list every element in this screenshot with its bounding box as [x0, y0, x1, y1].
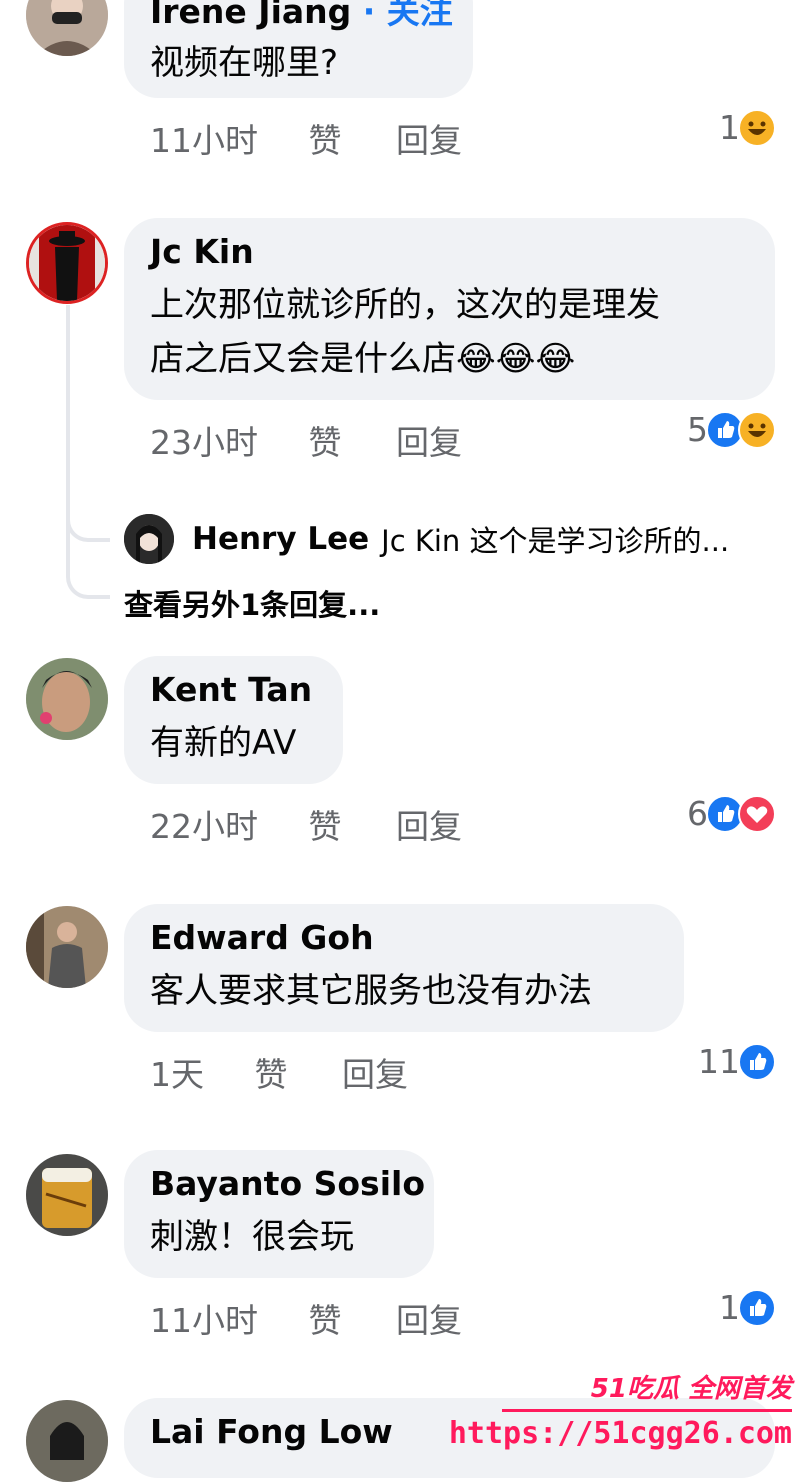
- avatar[interactable]: [26, 1154, 108, 1236]
- thread-line-branch: [66, 500, 110, 542]
- laughing-emoji-icon: 😂😂😂: [456, 339, 576, 379]
- comment-author[interactable]: Irene Jiang · 关注: [150, 0, 453, 32]
- like-button[interactable]: 赞: [309, 800, 342, 848]
- like-reaction-icon: [738, 1288, 776, 1327]
- reaction-summary[interactable]: 5: [687, 410, 776, 449]
- avatar: [124, 514, 174, 564]
- comment-bubble: Kent Tan 有新的AV: [124, 656, 343, 784]
- comment-actions: 11小时 赞 回复: [150, 114, 462, 162]
- reply-button[interactable]: 回复: [396, 114, 462, 162]
- reaction-count: 11: [698, 1042, 740, 1081]
- watermark: 51吃瓜 全网首发 https://51cgg26.com: [449, 1368, 792, 1451]
- reaction-summary[interactable]: 11: [698, 1042, 776, 1081]
- watermark-url: https://51cgg26.com: [448, 1416, 792, 1451]
- reaction-summary[interactable]: 1: [719, 108, 776, 147]
- comment-author[interactable]: Jc Kin: [150, 232, 749, 272]
- reaction-summary[interactable]: 1: [719, 1288, 776, 1327]
- comment-bubble: Edward Goh 客人要求其它服务也没有办法: [124, 904, 684, 1032]
- like-button[interactable]: 赞: [309, 416, 342, 464]
- comment-time[interactable]: 11小时: [150, 114, 258, 162]
- reply-button[interactable]: 回复: [396, 416, 462, 464]
- reply-button[interactable]: 回复: [396, 800, 462, 848]
- reply-button[interactable]: 回复: [342, 1048, 408, 1096]
- comment-time[interactable]: 23小时: [150, 416, 258, 464]
- thread-line: [66, 305, 110, 599]
- haha-reaction-icon: [738, 108, 776, 147]
- reply-button[interactable]: 回复: [396, 1294, 462, 1342]
- comment-time[interactable]: 11小时: [150, 1294, 258, 1342]
- like-reaction-icon: [738, 1042, 776, 1081]
- comment-text: 客人要求其它服务也没有办法: [150, 971, 592, 1011]
- haha-reaction-icon: [738, 410, 776, 449]
- avatar[interactable]: [26, 222, 108, 304]
- avatar[interactable]: [26, 906, 108, 988]
- avatar[interactable]: [26, 658, 108, 740]
- reaction-count: 6: [687, 794, 708, 833]
- comment-text-line: 店之后又会是什么店😂😂😂: [150, 339, 576, 379]
- like-button[interactable]: 赞: [309, 114, 342, 162]
- comment-bubble: Bayanto Sosilo 刺激！很会玩: [124, 1150, 434, 1278]
- comment-bubble: Jc Kin 上次那位就诊所的，这次的是理发 店之后又会是什么店😂😂😂: [124, 218, 775, 400]
- comment-author[interactable]: Edward Goh: [150, 918, 658, 958]
- avatar[interactable]: [26, 0, 108, 56]
- reaction-count: 5: [687, 410, 708, 449]
- comment-actions: 11小时 赞 回复: [150, 1294, 462, 1342]
- love-reaction-icon: [738, 794, 776, 833]
- reply-preview[interactable]: Henry Lee Jc Kin 这个是学习诊所的...: [124, 514, 729, 564]
- comment-actions: 22小时 赞 回复: [150, 800, 462, 848]
- watermark-divider: [502, 1409, 792, 1412]
- comment-text: 视频在哪里?: [150, 43, 339, 83]
- reaction-summary[interactable]: 6: [687, 794, 776, 833]
- comment-author[interactable]: Bayanto Sosilo: [150, 1164, 425, 1204]
- like-button[interactable]: 赞: [309, 1294, 342, 1342]
- comment-text: 有新的AV: [150, 723, 297, 763]
- comment-bubble: Irene Jiang · 关注 视频在哪里?: [124, 0, 473, 98]
- like-button[interactable]: 赞: [255, 1048, 288, 1096]
- comment-time[interactable]: 22小时: [150, 800, 258, 848]
- follow-link[interactable]: · 关注: [363, 0, 453, 31]
- avatar[interactable]: [26, 1400, 108, 1482]
- watermark-brand: 51吃瓜 全网首发: [590, 1374, 792, 1404]
- comment-text-line: 上次那位就诊所的，这次的是理发: [150, 285, 660, 325]
- reaction-count: 1: [719, 108, 740, 147]
- reaction-count: 1: [719, 1288, 740, 1327]
- reply-author[interactable]: Henry Lee: [192, 521, 369, 557]
- comment-actions: 23小时 赞 回复: [150, 416, 462, 464]
- view-more-replies-link[interactable]: 查看另外1条回复...: [124, 582, 380, 624]
- comment-time[interactable]: 1天: [150, 1048, 204, 1096]
- comment-text: 刺激！很会玩: [150, 1217, 354, 1257]
- comment-actions: 1天 赞 回复: [150, 1048, 408, 1096]
- comment-author[interactable]: Kent Tan: [150, 670, 317, 710]
- reply-text: Jc Kin 这个是学习诊所的...: [381, 524, 730, 558]
